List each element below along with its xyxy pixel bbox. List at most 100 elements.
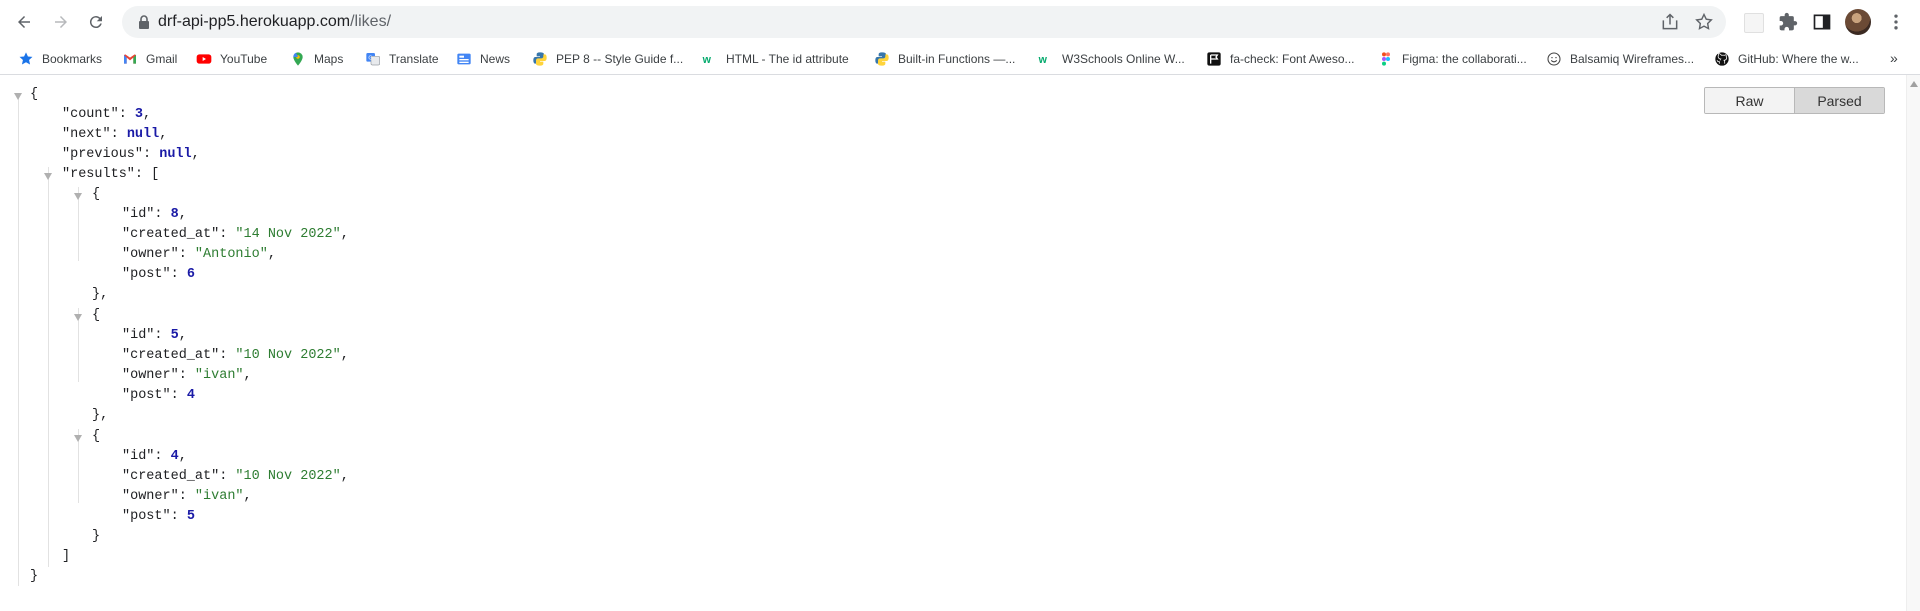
raw-button[interactable]: Raw [1705, 88, 1795, 113]
vertical-scrollbar[interactable] [1906, 75, 1920, 611]
json-line: ] [62, 548, 70, 566]
json-number: 5 [170, 328, 179, 343]
gmail-icon [122, 51, 138, 67]
json-string: "ivan" [194, 489, 244, 504]
collapse-toggle-result-2[interactable] [74, 435, 82, 442]
maps-icon [290, 51, 306, 67]
lock-icon [139, 15, 149, 29]
json-line: } [92, 528, 100, 546]
collapse-toggle-result-1[interactable] [74, 314, 82, 321]
json-key: "post" [122, 509, 171, 524]
bookmark-item-maps[interactable]: Maps [290, 50, 343, 68]
json-string: "14 Nov 2022" [235, 227, 341, 242]
json-line: }, [92, 287, 109, 302]
bookmark-item-figma[interactable]: Figma: the collaborati... [1378, 50, 1527, 68]
url-host: drf-api-pp5.herokuapp.com [158, 13, 351, 30]
w3schools-icon: w [1038, 51, 1054, 67]
json-punct: [ [151, 167, 160, 182]
bookmark-item-news[interactable]: News [456, 50, 510, 68]
json-null: null [126, 127, 160, 142]
bookmark-star-icon[interactable] [1694, 12, 1714, 32]
json-line: { [92, 428, 100, 446]
json-key: "created_at" [122, 227, 220, 242]
json-number: 5 [186, 509, 195, 524]
bookmark-item-youtube[interactable]: YouTube [196, 50, 267, 68]
json-key: "id" [122, 328, 155, 343]
json-line: "id": 4, [122, 449, 187, 464]
balsamiq-icon [1546, 51, 1562, 67]
json-key: "post" [122, 267, 171, 282]
bookmarks-more-button[interactable]: » [1890, 50, 1898, 66]
forward-button[interactable] [47, 8, 75, 36]
json-number: 4 [170, 449, 179, 464]
collapse-toggle-root[interactable] [14, 93, 22, 100]
json-key: "id" [122, 207, 155, 222]
json-line: "owner": "Antonio", [122, 247, 276, 262]
json-key: "count" [62, 107, 119, 122]
bookmarks-bar: Bookmarks Gmail YouTube Maps G Translate… [0, 44, 1920, 75]
bookmark-label: W3Schools Online W... [1062, 52, 1185, 66]
json-line: "post": 4 [122, 388, 195, 403]
json-key: "owner" [122, 247, 179, 262]
side-panel-icon[interactable] [1812, 12, 1832, 32]
json-line: "post": 6 [122, 267, 195, 282]
bookmark-label: Gmail [146, 52, 178, 66]
collapse-toggle-results[interactable] [44, 173, 52, 180]
bookmark-label: PEP 8 -- Style Guide f... [556, 52, 684, 66]
bookmark-label: fa-check: Font Aweso... [1230, 52, 1355, 66]
url-path: /likes/ [350, 13, 392, 30]
json-punct: { [92, 187, 101, 202]
json-viewer: { "count": 3, "next": null, "previous": … [0, 75, 1906, 611]
collapse-toggle-result-0[interactable] [74, 193, 82, 200]
reload-button[interactable] [82, 8, 110, 36]
bookmark-item-builtins[interactable]: Built-in Functions —... [874, 50, 1015, 68]
translate-icon: G [365, 51, 381, 67]
arrow-right-icon [55, 16, 67, 28]
bookmark-label: Translate [389, 52, 439, 66]
json-line: }, [92, 408, 109, 423]
json-string: "10 Nov 2022" [235, 469, 341, 484]
svg-text:w: w [702, 54, 712, 66]
json-key: "id" [122, 449, 155, 464]
json-key: "post" [122, 388, 171, 403]
bookmark-item-html-id[interactable]: w HTML - The id attribute [702, 50, 849, 68]
extension-placeholder-icon[interactable] [1744, 13, 1764, 33]
json-key: "owner" [122, 489, 179, 504]
bookmark-item-pep8[interactable]: PEP 8 -- Style Guide f... [532, 50, 683, 68]
bookmark-item-gmail[interactable]: Gmail [122, 50, 177, 68]
reload-icon [89, 16, 102, 29]
profile-avatar[interactable] [1845, 9, 1871, 35]
parsed-button[interactable]: Parsed [1795, 88, 1884, 113]
more-vert-icon[interactable] [1886, 12, 1906, 32]
json-number: 8 [170, 207, 179, 222]
svg-text:w: w [1038, 54, 1048, 66]
figma-icon [1378, 51, 1394, 67]
json-line: } [30, 568, 38, 586]
json-line: { [30, 86, 38, 104]
bookmark-label: News [480, 52, 511, 66]
json-line: "previous": null, [62, 147, 200, 162]
bookmark-item-w3schools[interactable]: w W3Schools Online W... [1038, 50, 1185, 68]
extensions-puzzle-icon[interactable] [1778, 12, 1798, 32]
json-string: "10 Nov 2022" [235, 348, 341, 363]
bookmark-label: Built-in Functions —... [898, 52, 1016, 66]
json-number: 4 [186, 388, 195, 403]
share-icon[interactable] [1660, 12, 1680, 32]
svg-text:G: G [368, 56, 372, 62]
arrow-left-icon [18, 16, 30, 28]
tree-guide [18, 94, 19, 586]
github-icon [1714, 51, 1730, 67]
json-punct: { [30, 87, 39, 102]
bookmark-item-github[interactable]: GitHub: Where the w... [1714, 50, 1859, 68]
bookmark-item-fontawesome[interactable]: fa-check: Font Aweso... [1206, 50, 1355, 68]
json-line: "created_at": "10 Nov 2022", [122, 469, 349, 484]
json-line: { [92, 307, 100, 325]
back-button[interactable] [10, 8, 38, 36]
json-line: "count": 3, [62, 107, 152, 122]
tree-guide [48, 167, 49, 567]
bookmark-item-translate[interactable]: G Translate [365, 50, 439, 68]
scroll-up-arrow-icon[interactable] [1910, 81, 1918, 87]
address-bar[interactable]: drf-api-pp5.herokuapp.com/likes/ [122, 6, 1726, 38]
bookmark-item-bookmarks[interactable]: Bookmarks [18, 50, 102, 68]
bookmark-item-balsamiq[interactable]: Balsamiq Wireframes... [1546, 50, 1694, 68]
